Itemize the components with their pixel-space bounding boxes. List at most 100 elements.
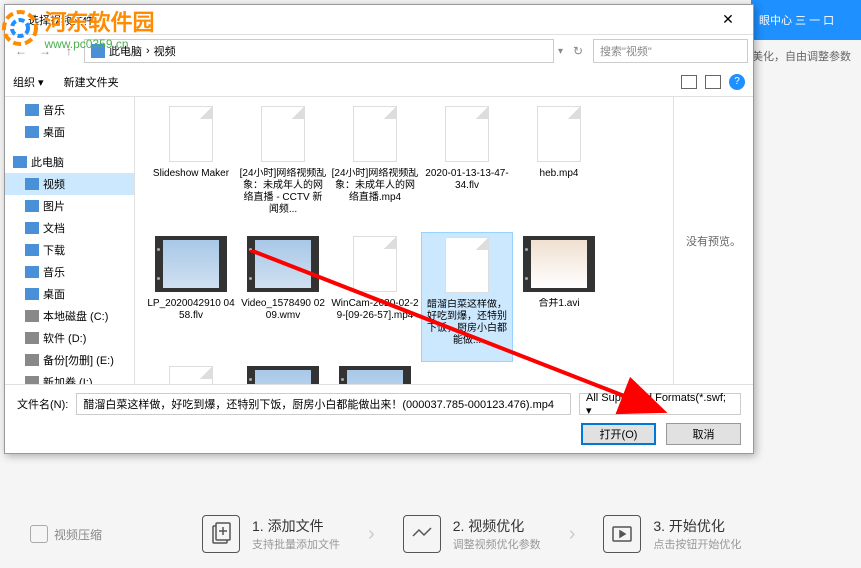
filename-input[interactable] [76,393,571,415]
file-item[interactable]: 修复的Video_1578490 0209.wmv [329,362,421,384]
sidebar-item-label: 下载 [43,242,65,258]
step-1-title: 1. 添加文件 [252,516,340,536]
dl-icon [25,244,39,256]
breadcrumb-dropdown[interactable]: ▾ [558,46,563,57]
file-item[interactable]: heb.mp4 [513,102,605,232]
sidebar-item-5[interactable]: 文档 [5,217,134,239]
sidebar-item-label: 软件 (D:) [43,330,86,346]
sidebar-item-label: 音乐 [43,102,65,118]
step-2-sub: 调整视频优化参数 [453,536,541,552]
sidebar-item-12[interactable]: 新加卷 (I:) [5,371,134,384]
sidebar-item-label: 本地磁盘 (C:) [43,308,108,324]
desktop-icon [25,126,39,138]
file-thumb-icon [523,234,595,294]
background-header: 眼中心 三 一 口 [751,0,861,40]
chevron-right-icon: › [146,45,150,57]
file-item[interactable]: 合并1_compressed.mov [237,362,329,384]
file-thumb-icon [247,104,319,164]
compress-icon [30,525,48,543]
file-item[interactable]: Slideshow Maker [145,102,237,232]
file-item[interactable]: 合并1.avi [513,232,605,362]
close-button[interactable]: ✕ [708,6,748,34]
sidebar-item-9[interactable]: 本地磁盘 (C:) [5,305,134,327]
file-item[interactable]: [24小时]网络视频乱象：未成年人的网络直播 - CCTV 新闻频... [237,102,329,232]
nav-up-button[interactable]: ↑ [58,40,80,62]
open-button-label: 打开(O) [600,426,638,442]
nav-forward-button[interactable]: → [34,40,56,62]
dialog-footer: 文件名(N): All Supported Formats(*.swf; ▾ 打… [5,384,753,453]
step-2: 2. 视频优化 调整视频优化参数 [403,515,541,553]
sidebar-item-label: 视频 [43,176,65,192]
sidebar-item-0[interactable]: 音乐 [5,99,134,121]
file-name-label: 合并1.avi [538,298,579,310]
file-item[interactable]: LP_2020042910 0458.flv [145,232,237,362]
file-name-label: Slideshow Maker [153,168,229,180]
sidebar-item-6[interactable]: 下载 [5,239,134,261]
open-button[interactable]: 打开(O) [581,423,656,445]
step-1[interactable]: 1. 添加文件 支持批量添加文件 [202,515,340,553]
sidebar-item-1[interactable]: 桌面 [5,121,134,143]
search-input[interactable]: 搜索"视频" [593,39,748,63]
file-name-label: heb.mp4 [540,168,579,180]
nav-back-button[interactable]: ← [10,40,32,62]
steps-area: 视频压缩 1. 添加文件 支持批量添加文件 › 2. 视频优化 调整视频优化参数… [30,515,851,553]
dialog-titlebar[interactable]: 选择视频文件 ✕ [5,5,753,35]
sidebar-item-label: 音乐 [43,264,65,280]
new-folder-button[interactable]: 新建文件夹 [64,74,119,90]
sidebar-item-label: 此电脑 [31,154,64,170]
refresh-button[interactable]: ↻ [567,40,589,62]
breadcrumb-seg-videos[interactable]: 视频 [154,43,176,59]
file-name-label: 2020-01-13-13-47-34.flv [423,168,511,192]
sidebar-item-7[interactable]: 音乐 [5,261,134,283]
filename-label: 文件名(N): [17,396,68,412]
sidebar-item-label: 图片 [43,198,65,214]
side-label-text: 视频压缩 [54,526,102,543]
cancel-button[interactable]: 取消 [666,423,741,445]
add-file-icon [202,515,240,553]
sidebar-item-label: 桌面 [43,286,65,302]
bg-header-text: 眼中心 三 一 口 [759,12,834,28]
file-thumb-icon [155,104,227,164]
organize-menu[interactable]: 组织 ▾ [13,74,44,90]
disk-icon [25,376,39,384]
chevron-right-icon: › [368,523,375,546]
sidebar-item-2[interactable]: 此电脑 [5,151,134,173]
side-module-label[interactable]: 视频压缩 [30,525,102,543]
file-item[interactable]: 合并1.mp4 [145,362,237,384]
search-placeholder: 搜索"视频" [600,43,652,59]
format-select-label: All Supported Formats(*.swf; ▾ [586,392,734,417]
disk-icon [25,354,39,366]
sidebar-item-3[interactable]: 视频 [5,173,134,195]
step-3-sub: 点击按钮开始优化 [653,536,741,552]
help-button[interactable]: ? [729,74,745,90]
file-name-label: 醋溜白菜这样做，好吃到爆，还特别下饭，厨房小白都能做... [424,299,510,347]
disk-icon [25,332,39,344]
file-name-label: [24小时]网络视频乱象：未成年人的网络直播 - CCTV 新闻频... [239,168,327,216]
sidebar-item-10[interactable]: 软件 (D:) [5,327,134,349]
view-mode-button[interactable] [681,75,697,89]
file-thumb-icon [339,234,411,294]
file-item[interactable]: [24小时]网络视频乱象：未成年人的网络直播.mp4 [329,102,421,232]
pc-icon [91,44,105,58]
file-item[interactable]: 2020-01-13-13-47-34.flv [421,102,513,232]
breadcrumb[interactable]: 此电脑 › 视频 [84,39,554,63]
file-thumb-icon [155,364,227,384]
breadcrumb-seg-pc[interactable]: 此电脑 [109,43,142,59]
sidebar-item-8[interactable]: 桌面 [5,283,134,305]
file-item[interactable]: 醋溜白菜这样做，好吃到爆，还特别下饭，厨房小白都能做... [421,232,513,362]
sidebar-item-11[interactable]: 备份[勿删] (E:) [5,349,134,371]
dialog-title: 选择视频文件 [10,12,130,28]
sidebar-item-label: 桌面 [43,124,65,140]
preview-toggle-button[interactable] [705,75,721,89]
video-icon [25,178,39,190]
bg-subtext: 览美化，自由调整参数 [741,48,851,64]
cancel-button-label: 取消 [693,426,715,442]
file-item[interactable]: Video_1578490 0209.wmv [237,232,329,362]
disk-icon [25,310,39,322]
dialog-toolbar: 组织 ▾ 新建文件夹 ? [5,67,753,97]
music-icon [25,104,39,116]
sidebar-item-4[interactable]: 图片 [5,195,134,217]
format-select[interactable]: All Supported Formats(*.swf; ▾ [579,393,741,415]
file-grid[interactable]: Slideshow Maker [24小时]网络视频乱象：未成年人的网络直播 - … [135,97,673,384]
file-item[interactable]: WinCam-2020-02-29-[09-26-57].mp4 [329,232,421,362]
